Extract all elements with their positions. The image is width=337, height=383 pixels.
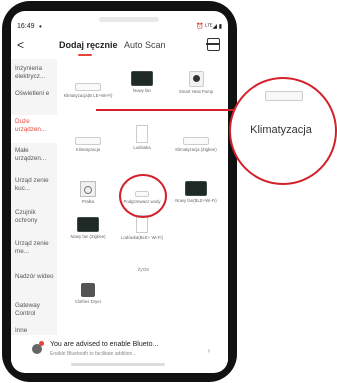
home-indicator xyxy=(71,363,165,366)
tab-add-manually[interactable]: Dodaj ręcznie xyxy=(59,40,118,50)
category-item[interactable]: Małe urządzen... xyxy=(11,147,57,162)
category-item[interactable]: Czujnik ochrony xyxy=(11,209,57,224)
air-conditioner-icon xyxy=(75,137,101,145)
device-grid: Klimatyzacja(B LE+Wi-Fi) Nowy fan Smart … xyxy=(61,59,226,335)
status-bar: 16:49 • ⏰ ᴸᵀᴱ◢ ▮ xyxy=(17,22,222,35)
device-item[interactable]: Klimatyzacja (Zigbee) xyxy=(171,131,221,152)
status-icons: ⏰ ᴸᵀᴱ◢ ▮ xyxy=(196,24,222,30)
status-dot: • xyxy=(39,22,42,31)
tab-auto-scan[interactable]: Auto Scan xyxy=(124,40,166,50)
callout-line xyxy=(96,109,235,111)
speaker-notch xyxy=(99,17,159,22)
device-item[interactable]: Pralka xyxy=(63,181,113,204)
scan-icon[interactable] xyxy=(206,38,220,51)
device-item[interactable]: Klimatyzacja(B LE+Wi-Fi) xyxy=(63,77,113,98)
category-item[interactable]: Inne xyxy=(11,327,57,335)
highlight-ring xyxy=(119,174,167,218)
category-item[interactable]: Inżynieria elektrycz... xyxy=(11,65,57,80)
category-item[interactable]: Urząd zenie me... xyxy=(11,240,57,255)
alert-dot-icon xyxy=(39,341,44,346)
fan-icon xyxy=(185,181,207,196)
bluetooth-banner[interactable]: You are advised to enable Blueto... Enab… xyxy=(11,336,228,362)
fridge-icon xyxy=(136,125,148,143)
bluetooth-subtitle: Enable Bluetooth to facilitate addition.… xyxy=(50,351,137,357)
fan-icon xyxy=(131,71,153,86)
device-label: Klimatyzacja(B LE+Wi-Fi) xyxy=(63,93,113,98)
air-conditioner-icon xyxy=(75,83,101,91)
section-label: życie xyxy=(137,267,150,273)
air-conditioner-icon xyxy=(183,137,209,145)
dryer-icon xyxy=(81,283,95,297)
callout-label: Klimatyzacja xyxy=(250,124,312,136)
device-label: Nowy fan(BLE+Wi-Fi) xyxy=(175,198,217,203)
device-label: Lodówka xyxy=(133,145,151,150)
device-label: Clothes Dryer xyxy=(74,299,102,304)
device-item[interactable]: Nowy fan (Zigbee) xyxy=(63,217,113,239)
category-item[interactable]: Oświetleni e xyxy=(11,90,57,98)
heat-pump-icon xyxy=(188,71,204,87)
tab-active-underline xyxy=(78,54,92,56)
device-label: Klimatyzacja (Zigbee) xyxy=(175,147,217,152)
washer-icon xyxy=(80,181,96,197)
category-item[interactable]: Nadzór wideo xyxy=(11,273,57,281)
category-item[interactable]: Urząd zenie kuc... xyxy=(11,177,57,192)
device-item[interactable]: Nowy fan xyxy=(117,71,167,93)
category-sidebar: Inżynieria elektrycz... Oświetleni e Duż… xyxy=(11,59,57,335)
device-label: Pralka xyxy=(81,199,95,204)
category-item[interactable]: Gateway Control xyxy=(11,302,57,317)
fan-icon xyxy=(77,217,99,232)
device-label: Klimatyzacja xyxy=(75,147,101,152)
app-screen: 16:49 • ⏰ ᴸᵀᴱ◢ ▮ < Dodaj ręcznie Auto Sc… xyxy=(11,11,228,373)
phone-frame: 16:49 • ⏰ ᴸᵀᴱ◢ ▮ < Dodaj ręcznie Auto Sc… xyxy=(2,1,237,382)
back-button[interactable]: < xyxy=(17,38,24,52)
device-label: Lodówka(BLE+ Wi-Fi) xyxy=(121,235,163,240)
device-label: Smart Heat Pump xyxy=(178,89,214,94)
chevron-right-icon[interactable]: › xyxy=(207,346,210,355)
bluetooth-title: You are advised to enable Blueto... xyxy=(50,341,159,348)
device-item-highlighted[interactable]: Klimatyzacja xyxy=(63,131,113,152)
navbar: < Dodaj ręcznie Auto Scan xyxy=(11,37,228,57)
device-item[interactable]: Lodówka(BLE+ Wi-Fi) xyxy=(117,215,167,240)
device-label: Nowy fan xyxy=(133,88,151,93)
device-item[interactable]: Nowy fan(BLE+Wi-Fi) xyxy=(171,181,221,203)
device-item[interactable]: Clothes Dryer xyxy=(63,283,113,304)
device-item[interactable]: Smart Heat Pump xyxy=(171,71,221,94)
device-item[interactable]: Lodówka xyxy=(117,125,167,150)
device-label: Nowy fan (Zigbee) xyxy=(70,234,106,239)
status-time: 16:49 xyxy=(17,23,35,30)
category-item-active[interactable]: Duże urządzen... xyxy=(11,115,57,143)
air-conditioner-icon xyxy=(265,91,303,101)
